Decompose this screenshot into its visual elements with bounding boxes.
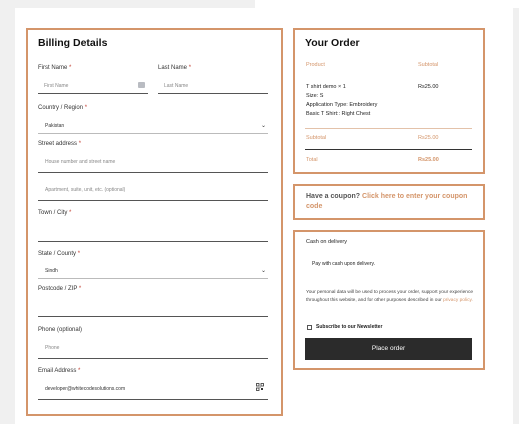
coupon-notice: Have a coupon? Click here to enter your …: [306, 192, 476, 212]
street-address-label: Street address *: [38, 141, 82, 147]
email-input[interactable]: developer@whitecodesolutions.com: [38, 383, 268, 400]
your-order-box: [293, 28, 485, 174]
street-address-2-input[interactable]: Apartment, suite, unit, etc. (optional): [38, 184, 268, 201]
order-item-price: Rs25.00: [418, 84, 439, 90]
subtotal-value: Rs25.00: [418, 135, 439, 141]
order-item-application: Application Type: Embroidery: [306, 102, 378, 108]
town-city-input[interactable]: [38, 226, 268, 242]
state-county-select[interactable]: Sindh ⌄: [38, 265, 268, 279]
total-label: Total: [306, 157, 318, 163]
first-name-input[interactable]: First Name: [38, 80, 148, 94]
email-label: Email Address *: [38, 368, 81, 374]
last-name-input[interactable]: Last Name: [158, 80, 268, 94]
phone-label: Phone (optional): [38, 327, 83, 333]
order-item-basic: Basic T Shirt:: Right Chest: [306, 111, 371, 117]
privacy-notice: Your personal data will be used to proce…: [306, 290, 474, 303]
country-select[interactable]: Pakistan ⌄: [38, 120, 268, 134]
subtotal-column-header: Subtotal: [418, 62, 439, 68]
order-item-name: T shirt demo × 1: [306, 84, 346, 90]
newsletter-checkbox[interactable]: [307, 325, 312, 330]
subtotal-label: Subtotal: [306, 135, 327, 141]
payment-method-description: Pay with cash upon delivery.: [312, 261, 375, 267]
first-name-label: First Name *: [38, 65, 72, 71]
chevron-down-icon: ⌄: [260, 123, 266, 129]
coupon-prefix: Have a coupon?: [306, 193, 361, 200]
privacy-policy-link[interactable]: privacy policy.: [443, 298, 473, 303]
total-divider: [305, 149, 472, 150]
postcode-label: Postcode / ZIP *: [38, 286, 82, 292]
qr-code-icon[interactable]: [256, 383, 264, 391]
phone-input[interactable]: Phone: [38, 342, 268, 359]
top-strip: [255, 0, 519, 8]
total-value: Rs25.00: [418, 157, 439, 163]
chevron-down-icon: ⌄: [260, 268, 266, 274]
street-address-input[interactable]: House number and street name: [38, 156, 268, 173]
order-item-size: Size: S: [306, 93, 324, 99]
town-city-label: Town / City *: [38, 210, 72, 216]
autofill-icon[interactable]: [138, 82, 145, 88]
product-column-header: Product: [306, 62, 325, 68]
newsletter-label: Subscribe to our Newsletter: [316, 324, 383, 330]
last-name-label: Last Name *: [158, 65, 192, 71]
payment-method-label[interactable]: Cash on delivery: [306, 239, 347, 245]
order-title: Your Order: [305, 37, 360, 49]
billing-title: Billing Details: [38, 37, 108, 49]
order-divider: [305, 128, 472, 129]
state-county-label: State / County *: [38, 251, 81, 257]
country-label: Country / Region *: [38, 105, 88, 111]
postcode-input[interactable]: [38, 301, 268, 317]
place-order-button[interactable]: Place order: [305, 338, 472, 360]
